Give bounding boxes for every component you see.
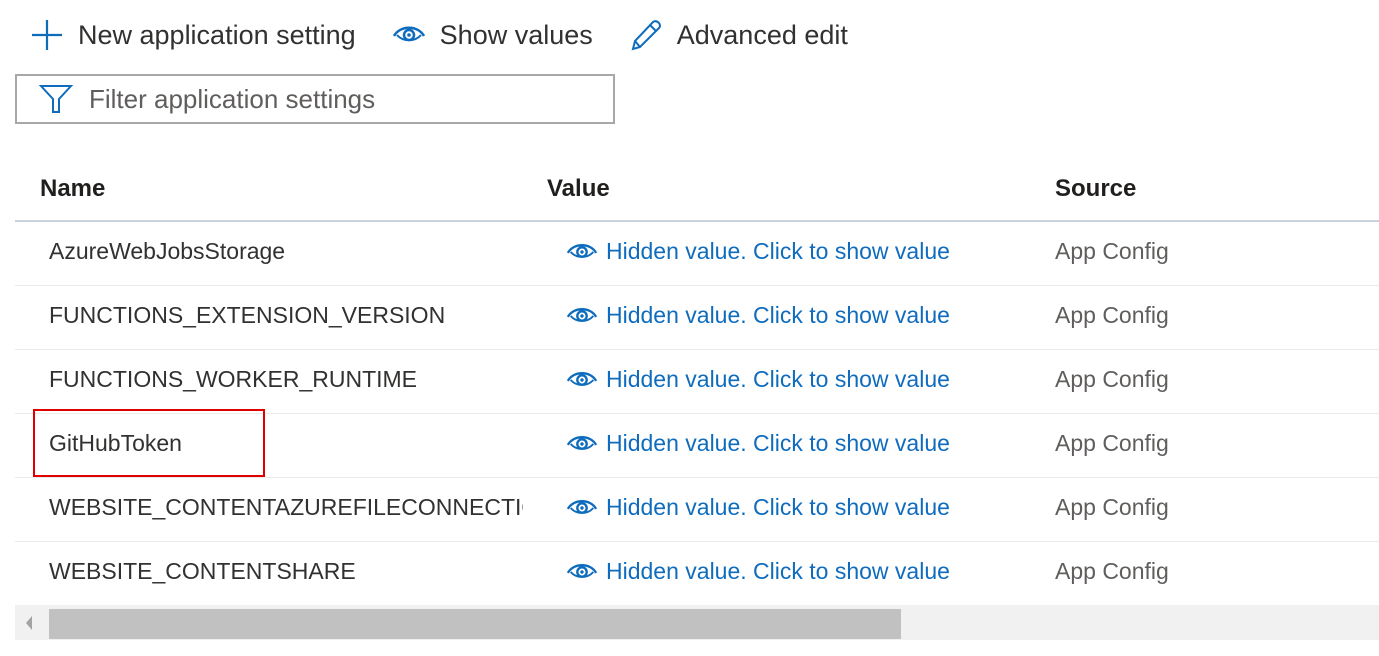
hidden-value-text[interactable]: Hidden value. Click to show value	[606, 366, 950, 393]
show-values-label: Show values	[439, 19, 593, 50]
eye-icon	[566, 563, 598, 578]
plus-icon	[32, 20, 62, 50]
table-header: Name Value Source	[15, 156, 1379, 222]
advanced-edit-button[interactable]: Advanced edit	[629, 18, 848, 52]
setting-source: App Config	[1055, 558, 1169, 584]
table-row[interactable]: AzureWebJobsStorage Hidden value. Click …	[15, 222, 1379, 286]
hidden-value-text[interactable]: Hidden value. Click to show value	[606, 238, 950, 265]
table-row[interactable]: FUNCTIONS_EXTENSION_VERSION Hidden value…	[15, 286, 1379, 350]
setting-name[interactable]: WEBSITE_CONTENTAZUREFILECONNECTIONSTRING	[49, 494, 523, 521]
eye-icon	[392, 26, 425, 42]
table-row[interactable]: WEBSITE_CONTENTAZUREFILECONNECTIONSTRING…	[15, 478, 1379, 542]
eye-icon	[566, 435, 598, 450]
show-value-link[interactable]: Hidden value. Click to show value	[566, 302, 950, 329]
advanced-edit-label: Advanced edit	[676, 19, 848, 50]
new-application-setting-button[interactable]: New application setting	[30, 18, 356, 52]
setting-source: App Config	[1055, 238, 1169, 264]
scrollbar-thumb[interactable]	[49, 609, 901, 639]
column-header-value[interactable]: Value	[547, 175, 610, 203]
show-value-link[interactable]: Hidden value. Click to show value	[566, 558, 950, 585]
table-row[interactable]: WEBSITE_CONTENTSHARE Hidden value. Click…	[15, 542, 1379, 606]
setting-name[interactable]: FUNCTIONS_EXTENSION_VERSION	[49, 302, 523, 329]
filter-input[interactable]	[87, 82, 591, 116]
eye-icon	[566, 499, 598, 514]
command-bar: New application setting Show values Adva…	[30, 14, 884, 56]
setting-name[interactable]: AzureWebJobsStorage	[49, 238, 523, 265]
hidden-value-text[interactable]: Hidden value. Click to show value	[606, 430, 950, 457]
show-values-button[interactable]: Show values	[392, 20, 593, 51]
eye-icon	[566, 243, 598, 258]
highlight-box	[33, 409, 265, 477]
setting-source: App Config	[1055, 430, 1169, 456]
setting-source: App Config	[1055, 366, 1169, 392]
setting-source: App Config	[1055, 302, 1169, 328]
horizontal-scrollbar[interactable]	[15, 605, 1379, 640]
filter-icon	[39, 85, 73, 113]
hidden-value-text[interactable]: Hidden value. Click to show value	[606, 494, 950, 521]
show-value-link[interactable]: Hidden value. Click to show value	[566, 430, 950, 457]
column-header-name[interactable]: Name	[40, 175, 105, 203]
show-value-link[interactable]: Hidden value. Click to show value	[566, 494, 950, 521]
new-setting-label: New application setting	[78, 19, 356, 50]
filter-box	[15, 74, 615, 124]
hidden-value-text[interactable]: Hidden value. Click to show value	[606, 302, 950, 329]
pencil-icon	[631, 20, 661, 51]
table-row[interactable]: FUNCTIONS_WORKER_RUNTIME Hidden value. C…	[15, 350, 1379, 414]
eye-icon	[566, 371, 598, 386]
column-header-source[interactable]: Source	[1055, 175, 1136, 203]
show-value-link[interactable]: Hidden value. Click to show value	[566, 238, 950, 265]
setting-name[interactable]: WEBSITE_CONTENTSHARE	[49, 558, 523, 585]
app-settings-table: Name Value Source AzureWebJobsStorage Hi…	[15, 156, 1379, 606]
scroll-left-arrow-icon[interactable]	[26, 616, 32, 630]
eye-icon	[566, 307, 598, 322]
setting-source: App Config	[1055, 494, 1169, 520]
show-value-link[interactable]: Hidden value. Click to show value	[566, 366, 950, 393]
setting-name[interactable]: FUNCTIONS_WORKER_RUNTIME	[49, 366, 523, 393]
hidden-value-text[interactable]: Hidden value. Click to show value	[606, 558, 950, 585]
